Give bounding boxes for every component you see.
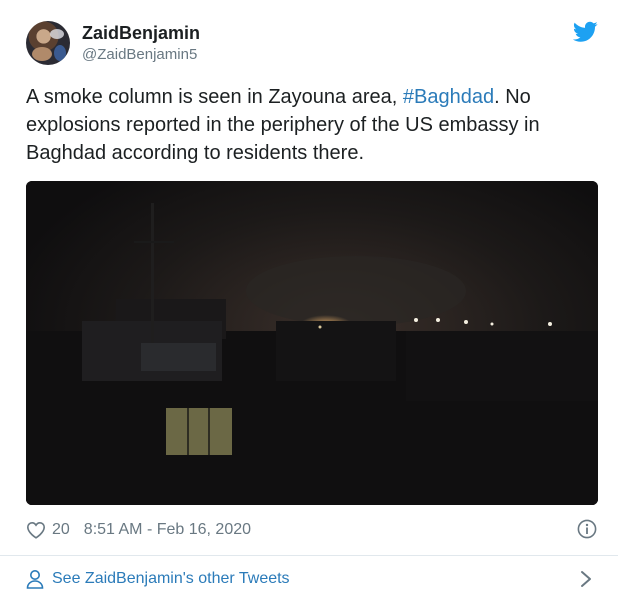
like-count[interactable]: 20 <box>52 518 70 542</box>
timestamp[interactable]: 8:51 AM - Feb 16, 2020 <box>84 518 251 542</box>
user-display-name[interactable]: ZaidBenjamin <box>82 22 200 44</box>
see-other-tweets-link[interactable]: See ZaidBenjamin's other Tweets <box>26 566 290 592</box>
divider <box>0 555 618 556</box>
avatar[interactable] <box>26 21 70 65</box>
hashtag-link[interactable]: #Baghdad <box>403 86 494 108</box>
user-handle[interactable]: @ZaidBenjamin5 <box>82 45 197 65</box>
see-other-tweets-label[interactable]: See ZaidBenjamin's other Tweets <box>52 567 290 591</box>
tweet-video[interactable] <box>26 181 598 505</box>
avatar-detail <box>50 29 64 39</box>
chevron-right-icon[interactable] <box>578 569 594 589</box>
twitter-bird-icon[interactable] <box>573 21 598 43</box>
avatar-detail <box>32 47 52 61</box>
tweet-meta: 20 8:51 AM - Feb 16, 2020 <box>26 518 251 542</box>
embedded-tweet-card: ZaidBenjamin @ZaidBenjamin5 A smoke colu… <box>0 0 618 595</box>
video-frame <box>26 181 598 505</box>
info-icon[interactable] <box>577 519 597 539</box>
tweet-text-part: A smoke column is seen in Zayouna area, <box>26 86 403 108</box>
person-icon <box>26 570 44 589</box>
heart-icon[interactable] <box>26 521 46 539</box>
tweet-text: A smoke column is seen in Zayouna area, … <box>26 83 596 167</box>
avatar-detail <box>54 45 66 61</box>
